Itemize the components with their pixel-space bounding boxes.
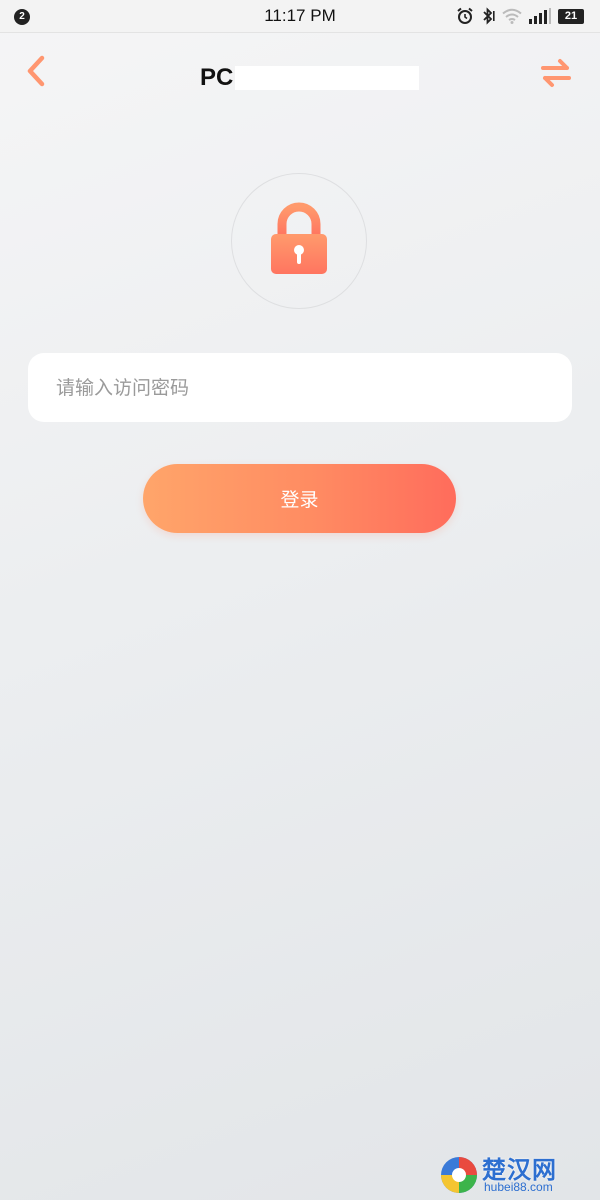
alarm-icon: [456, 7, 474, 25]
header: PC: [0, 33, 600, 117]
password-input[interactable]: [28, 353, 572, 422]
watermark: 楚汉网 hubei88.com: [438, 1150, 596, 1196]
wifi-icon: [502, 8, 522, 24]
signal-icon: [529, 8, 551, 24]
switch-button[interactable]: [536, 57, 576, 93]
bluetooth-icon: [481, 7, 495, 25]
title-area: PC: [200, 64, 420, 92]
status-bar: 2 11:17 PM 21: [0, 0, 600, 33]
battery-icon: 21: [558, 8, 584, 24]
swap-arrows-icon: [540, 58, 572, 92]
lock-badge: [231, 173, 367, 309]
login-button[interactable]: 登录: [143, 464, 456, 533]
back-button[interactable]: [18, 55, 54, 91]
lock-icon: [269, 202, 329, 280]
status-icons: 21: [456, 6, 584, 26]
site-logo-icon: [438, 1154, 480, 1200]
chevron-left-icon: [25, 55, 47, 91]
page-title: PC: [200, 64, 234, 91]
watermark-url: hubei88.com: [484, 1180, 553, 1194]
title-redaction: [235, 66, 420, 90]
